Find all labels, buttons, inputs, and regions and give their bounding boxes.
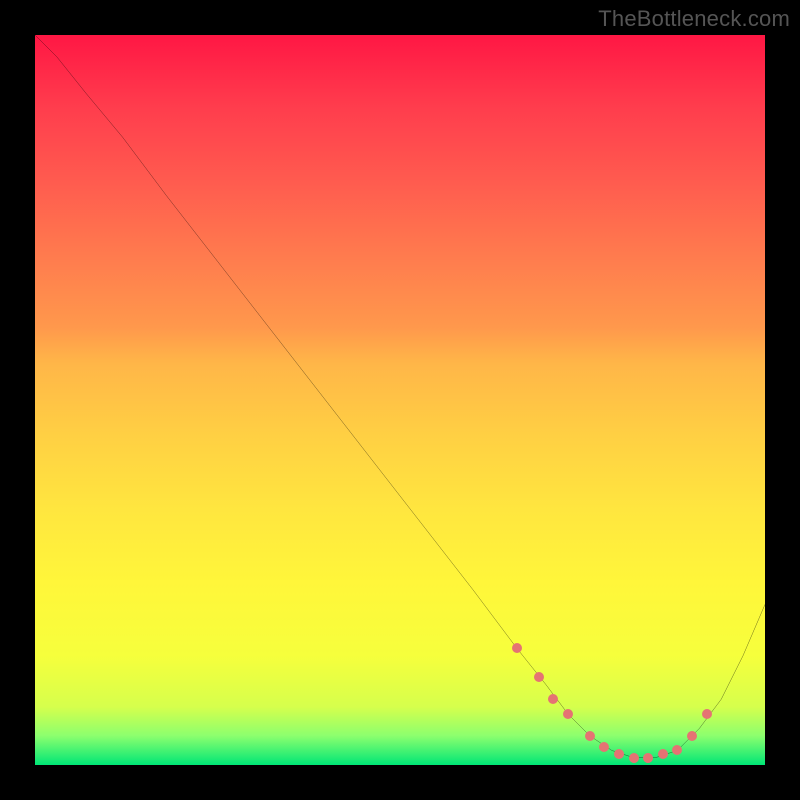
chart-plot-area bbox=[35, 35, 765, 765]
chart-line-layer bbox=[35, 35, 765, 765]
chart-marker bbox=[548, 694, 558, 704]
chart-marker bbox=[599, 742, 609, 752]
chart-curve bbox=[35, 35, 765, 758]
attribution-text: TheBottleneck.com bbox=[598, 6, 790, 32]
chart-marker bbox=[702, 709, 712, 719]
chart-marker bbox=[563, 709, 573, 719]
chart-marker bbox=[534, 672, 544, 682]
chart-marker bbox=[643, 753, 653, 763]
chart-marker bbox=[614, 749, 624, 759]
chart-marker bbox=[585, 731, 595, 741]
chart-marker bbox=[629, 753, 639, 763]
chart-marker bbox=[658, 749, 668, 759]
chart-marker bbox=[512, 643, 522, 653]
chart-marker bbox=[687, 731, 697, 741]
chart-marker bbox=[672, 745, 682, 755]
